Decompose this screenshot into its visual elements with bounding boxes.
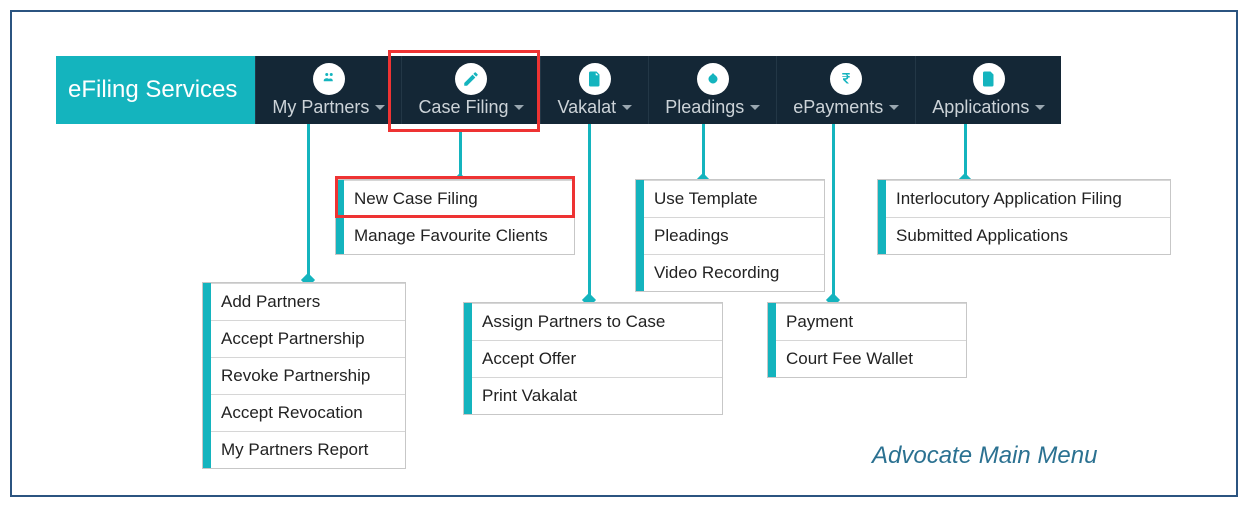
dropdown-strip — [878, 180, 886, 254]
connector — [702, 124, 705, 179]
menu-item[interactable]: Accept Offer — [464, 340, 722, 377]
nav-label: Pleadings — [665, 97, 744, 118]
caret-down-icon — [375, 105, 385, 110]
caret-down-icon — [1035, 105, 1045, 110]
dropdown-epayments: Payment Court Fee Wallet — [767, 302, 967, 378]
page-caption: Advocate Main Menu — [872, 442, 1097, 470]
page-frame: eFiling Services My Partners Case Filing — [10, 10, 1238, 497]
caret-down-icon — [889, 105, 899, 110]
nav-my-partners[interactable]: My Partners — [255, 56, 401, 124]
connector — [832, 124, 835, 299]
menu-item[interactable]: Court Fee Wallet — [768, 340, 966, 377]
dropdown-strip — [336, 180, 344, 254]
menu-item[interactable]: Print Vakalat — [464, 377, 722, 414]
connector — [964, 124, 967, 179]
file-icon — [973, 63, 1005, 95]
caret-down-icon — [622, 105, 632, 110]
hands-icon — [697, 63, 729, 95]
dropdown-strip — [464, 303, 472, 414]
nav-applications[interactable]: Applications — [915, 56, 1061, 124]
menu-item[interactable]: Use Template — [636, 180, 824, 217]
nav-label: Vakalat — [557, 97, 616, 118]
menu-item[interactable]: Pleadings — [636, 217, 824, 254]
nav-vakalat[interactable]: Vakalat — [540, 56, 648, 124]
dropdown-strip — [636, 180, 644, 291]
document-icon — [579, 63, 611, 95]
menu-item[interactable]: Assign Partners to Case — [464, 303, 722, 340]
partners-icon — [313, 63, 345, 95]
menu-item[interactable]: Add Partners — [203, 283, 405, 320]
nav-case-filing[interactable]: Case Filing — [401, 56, 540, 124]
menu-item[interactable]: Payment — [768, 303, 966, 340]
connector — [307, 124, 310, 279]
menu-item[interactable]: Revoke Partnership — [203, 357, 405, 394]
menu-item[interactable]: My Partners Report — [203, 431, 405, 468]
rupee-icon — [830, 63, 862, 95]
dropdown-vakalat: Assign Partners to Case Accept Offer Pri… — [463, 302, 723, 415]
nav-label: Case Filing — [418, 97, 508, 118]
nav-epayments[interactable]: ePayments — [776, 56, 915, 124]
menu-item[interactable]: Interlocutory Application Filing — [878, 180, 1170, 217]
nav-label: ePayments — [793, 97, 883, 118]
menu-item[interactable]: Manage Favourite Clients — [336, 217, 574, 254]
pencil-icon — [455, 63, 487, 95]
dropdown-pleadings: Use Template Pleadings Video Recording — [635, 179, 825, 292]
connector — [588, 124, 591, 299]
menu-item-new-case-filing[interactable]: New Case Filing — [336, 180, 574, 217]
nav-label: Applications — [932, 97, 1029, 118]
dropdown-my-partners: Add Partners Accept Partnership Revoke P… — [202, 282, 406, 469]
dropdown-strip — [203, 283, 211, 468]
menu-item[interactable]: Accept Partnership — [203, 320, 405, 357]
dropdown-case-filing: New Case Filing Manage Favourite Clients — [335, 179, 575, 255]
main-navbar: eFiling Services My Partners Case Filing — [56, 56, 1061, 124]
menu-item[interactable]: Submitted Applications — [878, 217, 1170, 254]
caret-down-icon — [750, 105, 760, 110]
nav-pleadings[interactable]: Pleadings — [648, 56, 776, 124]
dropdown-applications: Interlocutory Application Filing Submitt… — [877, 179, 1171, 255]
menu-item[interactable]: Video Recording — [636, 254, 824, 291]
menu-item[interactable]: Accept Revocation — [203, 394, 405, 431]
nav-label: My Partners — [272, 97, 369, 118]
caret-down-icon — [514, 105, 524, 110]
dropdown-strip — [768, 303, 776, 377]
brand-label: eFiling Services — [56, 56, 255, 124]
